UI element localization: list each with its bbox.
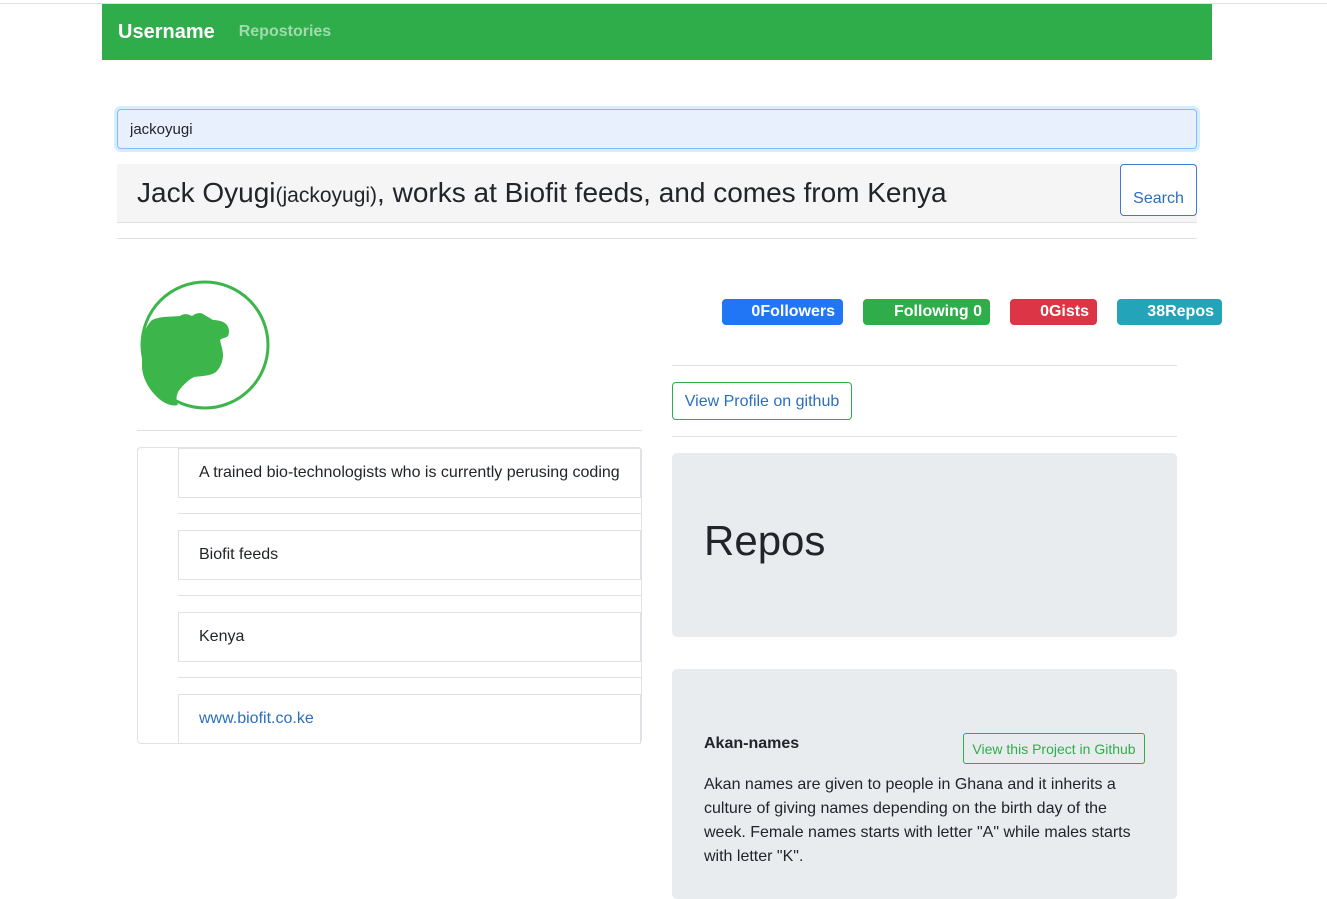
headline-login: (jackoyugi) bbox=[275, 184, 378, 207]
repo-description: Akan names are given to people in Ghana … bbox=[704, 776, 1131, 865]
profile-headline: Jack Oyugi(jackoyugi), works at Biofit f… bbox=[137, 177, 947, 209]
profile-divider bbox=[672, 436, 1177, 437]
repos-heading: Repos bbox=[704, 517, 826, 564]
bio-location: Kenya bbox=[178, 612, 641, 662]
search-button[interactable]: Search bbox=[1120, 164, 1197, 216]
repos-badge: 38Repos bbox=[1117, 299, 1222, 325]
repos-jumbotron: Repos bbox=[672, 453, 1177, 637]
avatar bbox=[140, 280, 270, 410]
bio-company: Biofit feeds bbox=[178, 530, 641, 580]
bio-divider bbox=[178, 595, 641, 596]
stats-divider bbox=[672, 365, 1177, 366]
gists-badge: 0Gists bbox=[1010, 299, 1097, 325]
repo-card: Akan-names View this Project in Github A… bbox=[672, 669, 1177, 899]
headline-name: Jack Oyugi bbox=[137, 177, 276, 208]
view-project-button[interactable]: View this Project in Github bbox=[963, 733, 1145, 764]
bio-divider bbox=[178, 677, 641, 678]
bio-divider bbox=[178, 513, 641, 514]
nav-link-repositories[interactable]: Repostories bbox=[239, 23, 331, 41]
section-divider bbox=[117, 238, 1197, 239]
navbar: Username Repostories bbox=[102, 4, 1212, 60]
avatar-divider bbox=[137, 430, 642, 431]
following-badge: Following 0 bbox=[863, 299, 990, 325]
profile-headline-bar: Jack Oyugi(jackoyugi), works at Biofit f… bbox=[117, 164, 1197, 223]
headline-rest: , works at Biofit feeds, and comes from … bbox=[377, 177, 947, 208]
view-profile-button[interactable]: View Profile on github bbox=[672, 382, 852, 420]
bio-website-link[interactable]: www.biofit.co.ke bbox=[178, 694, 641, 744]
repo-name: Akan-names bbox=[704, 735, 800, 752]
bio-description: A trained bio-technologists who is curre… bbox=[178, 448, 641, 498]
followers-badge: 0Followers bbox=[722, 299, 843, 325]
navbar-brand[interactable]: Username bbox=[118, 21, 215, 44]
search-input[interactable] bbox=[117, 109, 1197, 149]
